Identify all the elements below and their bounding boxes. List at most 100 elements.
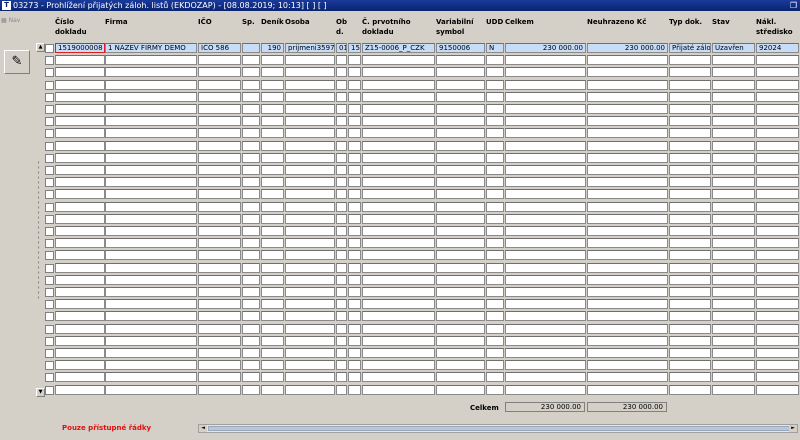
- table-cell[interactable]: [712, 262, 755, 273]
- edit-document-button[interactable]: ✎: [4, 50, 30, 74]
- table-cell[interactable]: [669, 287, 711, 297]
- table-cell[interactable]: [587, 91, 668, 102]
- table-cell[interactable]: [105, 360, 197, 371]
- table-cell[interactable]: [336, 287, 347, 297]
- table-cell[interactable]: [505, 372, 586, 383]
- table-cell[interactable]: [669, 238, 711, 249]
- table-cell[interactable]: [242, 274, 260, 285]
- column-header[interactable]: Sp.: [242, 17, 260, 27]
- row-checkbox[interactable]: [45, 227, 54, 236]
- column-header[interactable]: Nákl. středisko: [756, 17, 799, 37]
- table-cell[interactable]: [587, 177, 668, 188]
- table-cell[interactable]: [712, 104, 755, 114]
- table-cell[interactable]: [285, 335, 335, 346]
- table-cell[interactable]: [55, 335, 105, 346]
- table-cell[interactable]: [348, 91, 361, 102]
- table-cell[interactable]: [261, 335, 284, 346]
- table-cell[interactable]: 01: [336, 43, 347, 53]
- row-checkbox[interactable]: [45, 324, 54, 334]
- table-cell[interactable]: [285, 67, 335, 78]
- table-cell[interactable]: [505, 55, 586, 66]
- table-cell[interactable]: [669, 311, 711, 322]
- table-cell[interactable]: [712, 177, 755, 188]
- table-cell[interactable]: [756, 165, 799, 175]
- table-cell[interactable]: [436, 104, 485, 114]
- table-cell[interactable]: 15: [348, 43, 361, 53]
- table-cell[interactable]: [756, 140, 799, 151]
- row-checkbox[interactable]: [45, 349, 54, 358]
- table-cell[interactable]: [505, 299, 586, 310]
- table-cell[interactable]: [348, 274, 361, 285]
- table-cell[interactable]: 1519000008: [55, 43, 105, 53]
- table-cell[interactable]: [336, 384, 347, 395]
- column-header[interactable]: IČO: [198, 17, 241, 27]
- table-cell[interactable]: [348, 335, 361, 346]
- table-cell[interactable]: [348, 55, 361, 66]
- table-cell[interactable]: [285, 384, 335, 395]
- table-cell[interactable]: [362, 189, 435, 200]
- table-cell[interactable]: [712, 360, 755, 371]
- table-cell[interactable]: [669, 165, 711, 175]
- table-cell[interactable]: [436, 79, 485, 90]
- table-cell[interactable]: [669, 299, 711, 310]
- table-cell[interactable]: [505, 274, 586, 285]
- table-cell[interactable]: [348, 348, 361, 358]
- table-cell[interactable]: [669, 213, 711, 224]
- table-cell[interactable]: [55, 360, 105, 371]
- table-cell[interactable]: [486, 311, 504, 322]
- table-cell[interactable]: [505, 323, 586, 334]
- table-cell[interactable]: [55, 348, 105, 358]
- table-cell[interactable]: [486, 67, 504, 78]
- table-cell[interactable]: [285, 213, 335, 224]
- table-cell[interactable]: [198, 91, 241, 102]
- table-cell[interactable]: [669, 201, 711, 212]
- table-cell[interactable]: [486, 152, 504, 163]
- table-cell[interactable]: [242, 299, 260, 310]
- table-cell[interactable]: [285, 104, 335, 114]
- table-cell[interactable]: [505, 189, 586, 200]
- row-checkbox[interactable]: [45, 141, 54, 151]
- table-cell[interactable]: [55, 140, 105, 151]
- table-cell[interactable]: [336, 201, 347, 212]
- table-cell[interactable]: IČO 586: [198, 43, 241, 53]
- table-cell[interactable]: [198, 323, 241, 334]
- table-cell[interactable]: [587, 128, 668, 139]
- table-cell[interactable]: [261, 55, 284, 66]
- table-cell[interactable]: [486, 335, 504, 346]
- table-cell[interactable]: [712, 372, 755, 383]
- table-cell[interactable]: [261, 91, 284, 102]
- table-cell[interactable]: [105, 152, 197, 163]
- table-cell[interactable]: [336, 79, 347, 90]
- table-cell[interactable]: [336, 104, 347, 114]
- table-cell[interactable]: [55, 213, 105, 224]
- table-cell[interactable]: [285, 91, 335, 102]
- table-cell[interactable]: [285, 177, 335, 188]
- table-cell[interactable]: [105, 323, 197, 334]
- table-cell[interactable]: [712, 116, 755, 127]
- table-cell[interactable]: [336, 323, 347, 334]
- table-cell[interactable]: [105, 226, 197, 236]
- table-cell[interactable]: [486, 140, 504, 151]
- column-header[interactable]: Deník: [261, 17, 284, 27]
- table-cell[interactable]: [756, 335, 799, 346]
- table-cell[interactable]: [362, 55, 435, 66]
- table-cell[interactable]: [436, 226, 485, 236]
- table-cell[interactable]: [362, 287, 435, 297]
- table-cell[interactable]: [756, 55, 799, 66]
- table-cell[interactable]: [587, 140, 668, 151]
- row-checkbox[interactable]: [45, 68, 54, 78]
- table-cell[interactable]: Přijaté záloho: [669, 43, 711, 53]
- table-cell[interactable]: [587, 226, 668, 236]
- table-cell[interactable]: [198, 311, 241, 322]
- table-cell[interactable]: [587, 67, 668, 78]
- table-cell[interactable]: [505, 238, 586, 249]
- table-cell[interactable]: [198, 360, 241, 371]
- table-cell[interactable]: [486, 177, 504, 188]
- table-cell[interactable]: [336, 226, 347, 236]
- table-cell[interactable]: [348, 311, 361, 322]
- table-cell[interactable]: [285, 189, 335, 200]
- table-cell[interactable]: [261, 177, 284, 188]
- table-cell[interactable]: [756, 287, 799, 297]
- table-cell[interactable]: [55, 67, 105, 78]
- table-cell[interactable]: [242, 238, 260, 249]
